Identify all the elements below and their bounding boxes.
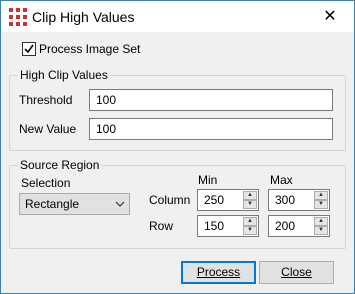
- chevron-down-icon: [115, 201, 125, 207]
- threshold-value: 100: [96, 93, 117, 107]
- high-clip-values-legend: High Clip Values: [18, 68, 110, 82]
- process-image-set-label: Process Image Set: [39, 42, 141, 56]
- spin-down-icon[interactable]: ▼: [314, 226, 328, 235]
- threshold-input[interactable]: 100: [89, 89, 333, 111]
- spin-down-icon[interactable]: ▼: [243, 226, 257, 235]
- close-window-icon[interactable]: ✕: [312, 3, 348, 31]
- new-value-input[interactable]: 100: [89, 118, 333, 140]
- selection-label: Selection: [21, 176, 71, 190]
- title-bar: Clip High Values ✕: [1, 1, 354, 32]
- process-button-label: Process: [196, 265, 241, 279]
- column-max-spinner[interactable]: 300 ▲ ▼: [268, 189, 330, 211]
- column-max-value: 300: [275, 193, 296, 207]
- column-min-spinner[interactable]: 250 ▲ ▼: [197, 189, 259, 211]
- spin-up-icon[interactable]: ▲: [243, 217, 257, 226]
- column-min-value: 250: [204, 193, 225, 207]
- source-region-legend: Source Region: [18, 158, 102, 172]
- selection-dropdown[interactable]: Rectangle: [19, 193, 130, 215]
- spin-up-icon[interactable]: ▲: [314, 217, 328, 226]
- max-header: Max: [270, 173, 293, 187]
- new-value-label: New Value: [19, 122, 77, 136]
- row-label: Row: [149, 219, 174, 233]
- close-button[interactable]: Close: [259, 261, 334, 284]
- row-max-spinner[interactable]: 200 ▲ ▼: [268, 215, 330, 237]
- process-button[interactable]: Process: [181, 261, 256, 284]
- row-min-value: 150: [204, 219, 225, 233]
- column-label: Column: [149, 193, 191, 207]
- row-max-value: 200: [275, 219, 296, 233]
- spin-down-icon[interactable]: ▼: [243, 200, 257, 209]
- app-grid-icon: [9, 8, 27, 26]
- high-clip-values-group: High Clip Values Threshold 100 New Value…: [9, 68, 346, 151]
- window-title: Clip High Values: [32, 9, 135, 25]
- selection-value: Rectangle: [25, 197, 80, 211]
- spin-down-icon[interactable]: ▼: [314, 200, 328, 209]
- checkbox-box[interactable]: [22, 42, 36, 56]
- checkmark-icon: [24, 44, 34, 54]
- dialog-window: Clip High Values ✕ Process Image Set Hig…: [0, 0, 355, 294]
- threshold-label: Threshold: [19, 93, 73, 107]
- close-button-label: Close: [281, 265, 312, 279]
- min-header: Min: [198, 173, 218, 187]
- row-min-spinner[interactable]: 150 ▲ ▼: [197, 215, 259, 237]
- new-value-value: 100: [96, 122, 117, 136]
- spin-up-icon[interactable]: ▲: [314, 191, 328, 200]
- spin-up-icon[interactable]: ▲: [243, 191, 257, 200]
